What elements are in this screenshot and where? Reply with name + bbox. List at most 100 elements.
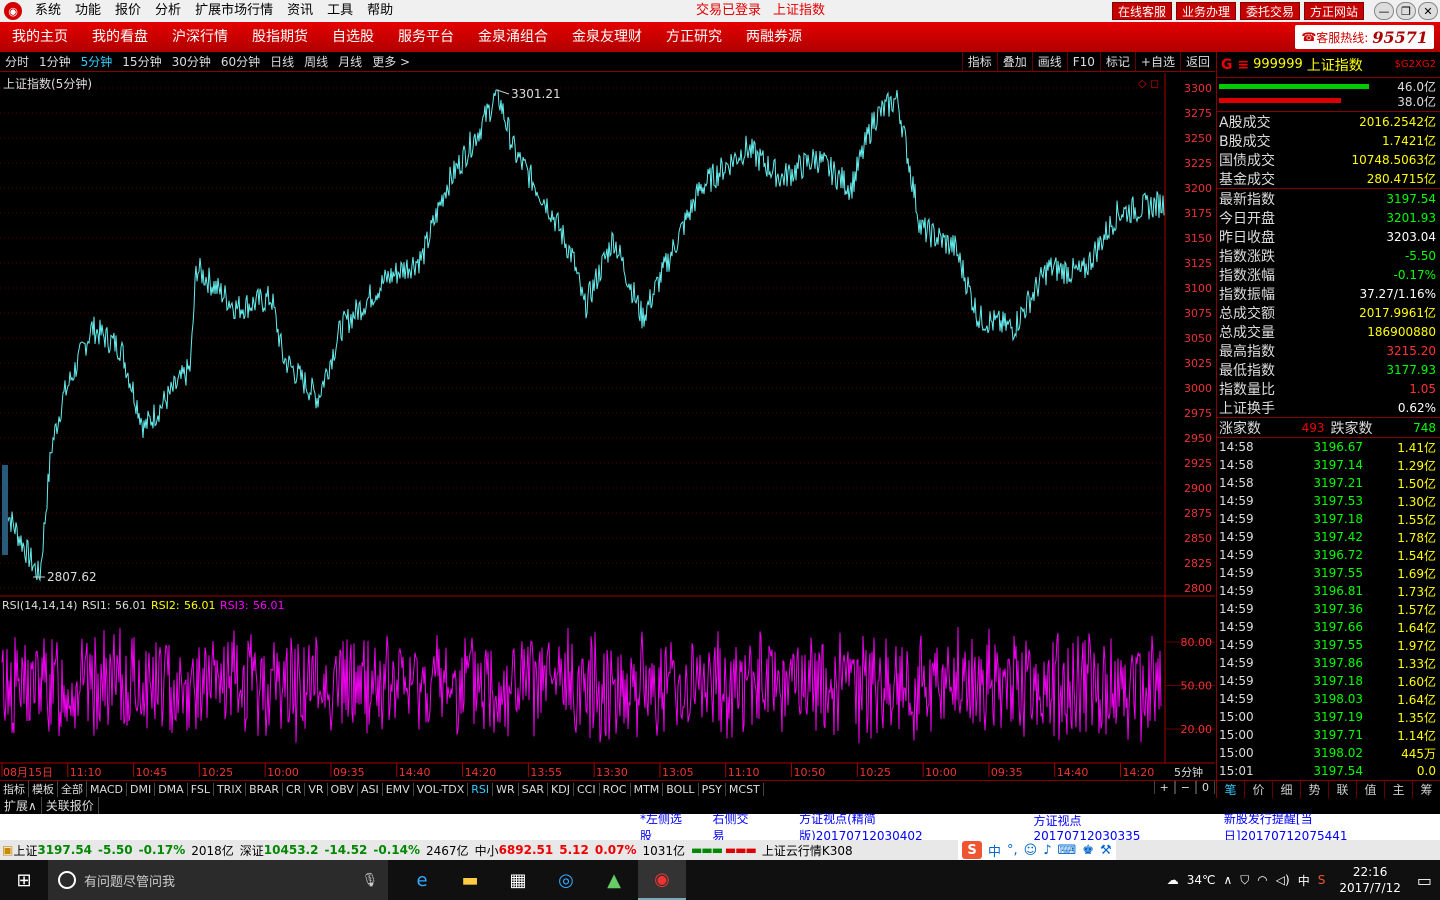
indicator-tab-cr[interactable]: CR (283, 782, 306, 796)
ie-icon[interactable]: ◎ (542, 860, 590, 900)
founder-app-icon[interactable]: ◉ (638, 860, 686, 900)
cloud-quote[interactable]: 上证云行情K308 (762, 842, 853, 859)
news-item-5[interactable]: 新股发行提醒[当日]20170712075441 (1214, 810, 1440, 844)
indicator-tab-模板[interactable]: 模板 (29, 781, 58, 797)
mic-icon[interactable]: 🎙 (361, 873, 378, 888)
news-item-2[interactable]: 右侧交易 (702, 810, 769, 844)
indicator-tab-全部[interactable]: 全部 (58, 781, 87, 797)
menu-item-function[interactable]: 功能 (68, 0, 108, 22)
hotline[interactable]: ☎ 客服热线: 95571 (1295, 25, 1434, 49)
nav-portfolio[interactable]: 金泉涌组合 (466, 22, 560, 52)
tab-price[interactable]: 价 (1245, 781, 1273, 798)
mic-icon[interactable]: ♪ (1043, 843, 1051, 858)
notification-icon[interactable]: ▭ (1417, 871, 1432, 890)
network-icon[interactable]: ◠ (1257, 873, 1267, 887)
indicator-tab-dma[interactable]: DMA (155, 782, 188, 796)
period-week[interactable]: 周线 (299, 53, 333, 70)
scroll-handle[interactable] (2, 465, 8, 555)
indicator-tab-psy[interactable]: PSY (699, 782, 726, 796)
news-item-3[interactable]: 方证视点(精简版)20170712030402 (789, 810, 1003, 844)
close-icon[interactable]: ✕ (1418, 2, 1438, 20)
indicator-tab-wr[interactable]: WR (493, 782, 519, 796)
indicator-tab-obv[interactable]: OBV (328, 782, 358, 796)
security-icon[interactable]: ⛉ (1240, 873, 1249, 888)
tool-back[interactable]: 返回 (1179, 52, 1215, 72)
nav-research[interactable]: 方正研究 (654, 22, 734, 52)
ime-lang[interactable]: 中 (988, 841, 1001, 860)
indicator-tab-roc[interactable]: ROC (600, 782, 631, 796)
toolbox-icon[interactable]: ⚒ (1100, 843, 1112, 858)
windows-start-icon[interactable]: ⊞ (0, 860, 48, 900)
emoji-icon[interactable]: ☺ (1024, 843, 1038, 858)
ime-toolbar[interactable]: S 中 °, ☺ ♪ ⌨ ♚ ⚒ (958, 840, 1116, 860)
period-30min[interactable]: 30分钟 (167, 53, 216, 70)
clock[interactable]: 22:16 2017/7/12 (1339, 864, 1401, 896)
indicator-tab-dmi[interactable]: DMI (127, 782, 156, 796)
period-month[interactable]: 月线 (333, 53, 367, 70)
nav-hs-market[interactable]: 沪深行情 (160, 22, 240, 52)
chart-settings-icon[interactable]: ◇ ◻ (1138, 77, 1159, 90)
trade-button[interactable]: 委托交易 (1239, 2, 1300, 20)
indicator-tab-trix[interactable]: TRIX (214, 782, 247, 796)
news-item-4[interactable]: 方证视点20170712030335 (1024, 812, 1194, 843)
indicator-tab-brar[interactable]: BRAR (246, 782, 284, 796)
related-quote-button[interactable]: 关联报价 (42, 797, 99, 814)
indicator-tab-boll[interactable]: BOLL (663, 782, 699, 796)
nav-futures[interactable]: 股指期货 (240, 22, 320, 52)
login-status[interactable]: 交易已登录 (696, 0, 761, 22)
nav-margin[interactable]: 两融券源 (734, 22, 814, 52)
tray-up-icon[interactable]: ∧ (1223, 873, 1232, 887)
period-1min[interactable]: 1分钟 (34, 53, 76, 70)
tool-overlay[interactable]: 叠加 (996, 52, 1032, 72)
tab-linked[interactable]: 联 (1329, 781, 1357, 798)
punct-icon[interactable]: °, (1007, 843, 1018, 858)
indicator-tab-macd[interactable]: MACD (87, 782, 127, 796)
period-60min[interactable]: 60分钟 (216, 53, 265, 70)
period-day[interactable]: 日线 (265, 53, 299, 70)
indicator-tab-kdj[interactable]: KDJ (548, 782, 574, 796)
indicator-tab-asi[interactable]: ASI (358, 782, 383, 796)
tool-mark[interactable]: 标记 (1099, 52, 1135, 72)
volume-icon[interactable]: ◁) (1276, 873, 1290, 887)
explorer-icon[interactable]: ▬ (446, 860, 494, 900)
weather-temp[interactable]: 34℃ (1187, 873, 1216, 887)
nav-finance[interactable]: 金泉友理财 (560, 22, 654, 52)
online-service-button[interactable]: 在线客服 (1111, 2, 1172, 20)
business-button[interactable]: 业务办理 (1175, 2, 1236, 20)
sogou-tray-icon[interactable]: S (1318, 873, 1326, 887)
skin-icon[interactable]: ♚ (1082, 843, 1094, 858)
indicator-tab-emv[interactable]: EMV (383, 782, 414, 796)
nav-home[interactable]: 我的主页 (0, 22, 80, 52)
menu-item-info[interactable]: 资讯 (280, 0, 320, 22)
restore-icon[interactable]: ❐ (1396, 2, 1416, 20)
period-15min[interactable]: 15分钟 (117, 53, 166, 70)
menu-item-system[interactable]: 系统 (28, 0, 68, 22)
indicator-tab-mcst[interactable]: MCST (726, 782, 764, 796)
zoom-out-button[interactable]: − (1174, 781, 1196, 794)
nav-watchlist[interactable]: 自选股 (320, 22, 386, 52)
menu-item-tools[interactable]: 工具 (320, 0, 360, 22)
zoom-in-button[interactable]: + (1153, 781, 1175, 794)
tab-chips[interactable]: 筹 (1413, 781, 1440, 798)
app-icon[interactable]: ▲ (590, 860, 638, 900)
store-icon[interactable]: ▦ (494, 860, 542, 900)
tool-f10[interactable]: F10 (1066, 52, 1100, 72)
tool-draw[interactable]: 画线 (1031, 52, 1067, 72)
expand-button[interactable]: 扩展∧ (0, 797, 42, 814)
indicator-tab-fsl[interactable]: FSL (188, 782, 214, 796)
period-5min[interactable]: 5分钟 (76, 53, 118, 70)
edge-icon[interactable]: e (398, 860, 446, 900)
menu-item-ext-market[interactable]: 扩展市场行情 (188, 0, 280, 22)
website-button[interactable]: 方正网站 (1303, 2, 1364, 20)
tool-add-watch[interactable]: +自选 (1134, 52, 1180, 72)
menu-item-analysis[interactable]: 分析 (148, 0, 188, 22)
tab-trades[interactable]: 笔 (1217, 781, 1245, 798)
indicator-tab-sar[interactable]: SAR (519, 782, 549, 796)
tab-value[interactable]: 值 (1357, 781, 1385, 798)
taskbar-search[interactable]: 有问题尽管问我 🎙 (48, 860, 388, 900)
period-timeline[interactable]: 分时 (0, 53, 34, 70)
tab-trend[interactable]: 势 (1301, 781, 1329, 798)
reset-button[interactable]: 0 (1196, 781, 1215, 794)
kline-chart[interactable]: 上证指数(5分钟) ◇ ◻ 3300 3275 3250 3225 3200 3175 31… (0, 73, 1215, 780)
period-more[interactable]: 更多 > (367, 53, 415, 70)
